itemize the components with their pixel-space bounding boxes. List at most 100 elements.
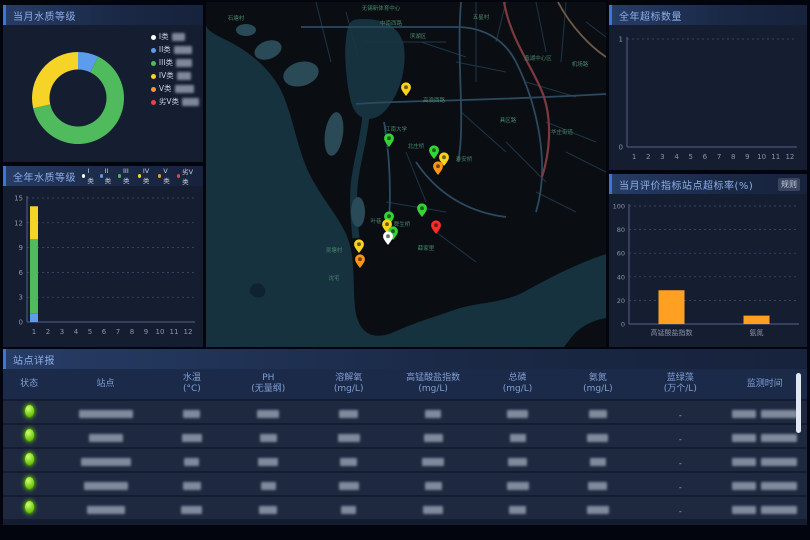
table-row[interactable]: - [3,449,807,471]
redacted-value [260,434,277,442]
table-row[interactable]: - [3,497,807,519]
rules-button[interactable]: 规则 [778,178,800,191]
legend-dot [151,87,156,92]
table-header-row: 状态站点水温(°C)PH(无量纲)溶解氧(mg/L)高锰酸盐指数(mg/L)总磷… [3,369,807,399]
redacted-value [761,482,797,490]
cell-PH [228,403,308,422]
panel-year-quality: 全年水质等级 I类II类III类IV类V类劣V类 036912151234567… [3,166,203,347]
rate-bar-高锰酸盐指数[interactable] [659,290,685,324]
year-legend-item-劣V类[interactable]: 劣V类 [177,166,196,186]
year-legend-item-V类[interactable]: V类 [158,167,172,185]
svg-text:10: 10 [757,153,766,161]
map-label: 舜生桥 [394,220,411,228]
cell-PH [228,499,308,518]
legend-item-劣V类[interactable]: 劣V类 [151,98,199,106]
legend-label: III类 [159,59,173,67]
cell-氨氮 [558,403,638,422]
panel-month-rate: 当月评价指标站点超标率(%) 规则 020406080100高锰酸盐指数氨氮 [609,174,807,347]
legend-item-V类[interactable]: V类 [151,85,199,93]
bar-III类-month-1[interactable] [30,239,38,313]
legend-item-III类[interactable]: III类 [151,59,199,67]
algae-value: - [679,411,682,420]
svg-text:4: 4 [74,328,79,336]
cell-总磷 [477,427,557,446]
legend-value-redacted [182,98,199,106]
panel-month-rate-header: 当月评价指标站点超标率(%) 规则 [609,174,807,194]
redacted-value [588,482,607,490]
legend-dot [158,174,161,178]
cell-水温 [156,427,228,446]
legend-dot [82,174,85,178]
year-legend-item-IV类[interactable]: IV类 [138,167,153,185]
redacted-value [507,410,528,418]
map-label: 叶巷 [370,217,382,225]
cell-总磷 [477,475,557,494]
legend-item-II类[interactable]: II类 [151,46,199,54]
redacted-value [732,458,756,466]
panel-station-table: 站点详报 状态站点水温(°C)PH(无量纲)溶解氧(mg/L)高锰酸盐指数(mg… [3,349,807,525]
bars [659,290,770,324]
svg-text:15: 15 [14,195,23,203]
svg-text:0: 0 [619,144,623,152]
svg-text:6: 6 [703,153,708,161]
legend-label: 劣V类 [159,98,179,106]
cell-水温 [156,499,228,518]
year-legend-item-III类[interactable]: III类 [118,167,133,185]
year-legend-item-I类[interactable]: I类 [82,167,95,185]
year-legend-item-II类[interactable]: II类 [100,167,113,185]
svg-text:12: 12 [14,219,23,227]
svg-text:20: 20 [617,297,625,305]
cell-总磷 [477,451,557,470]
map[interactable]: 石塘村无锡新体育中心中南西路滨湖区五星村蠡湖中心区机场路高浪西路具区路江南大学北… [206,2,606,347]
legend-label: I类 [159,33,169,41]
table-scrollbar[interactable] [796,373,801,433]
cell-蓝绿藻: - [638,403,722,422]
cell-监测时间 [723,403,807,422]
map-label: 薛家里 [418,244,435,252]
legend-item-I类[interactable]: I类 [151,33,199,41]
cell-溶解氧 [309,475,389,494]
legend-label: I类 [87,167,94,185]
legend-label: IV类 [143,167,153,185]
redacted-value [761,506,797,514]
table-row[interactable]: - [3,425,807,447]
redacted-value [339,410,358,418]
donut-segment-IV类[interactable] [32,52,78,108]
redacted-value [510,434,526,442]
cell-蓝绿藻: - [638,475,722,494]
panel-year-exceed: 全年超标数量 10123456789101112 [609,5,807,170]
legend-item-IV类[interactable]: IV类 [151,72,199,80]
legend-label: II类 [159,46,171,54]
redacted-value [341,506,356,514]
map-label: 滨湖区 [410,32,427,40]
algae-value: - [679,507,682,516]
svg-text:6: 6 [19,269,24,277]
redacted-value [183,410,200,418]
table-row[interactable]: - [3,473,807,495]
cell-站点 [55,451,156,470]
cell-PH [228,451,308,470]
cell-溶解氧 [309,427,389,446]
cell-监测时间 [723,475,807,494]
cell-氨氮 [558,499,638,518]
svg-text:40: 40 [617,273,625,281]
donut-segments [32,52,124,144]
legend-dot [151,35,156,40]
table-row[interactable]: - [3,401,807,423]
cell-溶解氧 [309,403,389,422]
bar-IV类-month-1[interactable] [30,206,38,239]
redacted-value [761,458,797,466]
cell-高锰酸盐指数 [389,427,477,446]
cell-站点 [55,427,156,446]
cell-水温 [156,475,228,494]
cell-站点 [55,499,156,518]
rate-bar-氨氮[interactable] [744,316,770,324]
cell-氨氮 [558,427,638,446]
cell-总磷 [477,403,557,422]
year-quality-legend: I类 II类 III类 IV类 V类劣V类 [82,166,196,186]
status-indicator-green [24,452,35,466]
cell-状态 [3,451,55,470]
month-rate-bar-chart: 020406080100高锰酸盐指数氨氮 [609,194,807,345]
panel-year-quality-header: 全年水质等级 I类II类III类IV类V类劣V类 [3,166,203,186]
bar-II类-month-1[interactable] [30,314,38,322]
